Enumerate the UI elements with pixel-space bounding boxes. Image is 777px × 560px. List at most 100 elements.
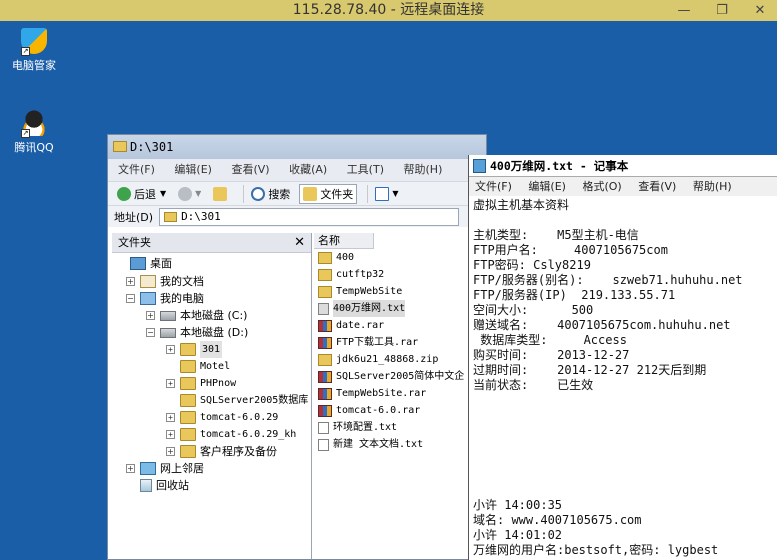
desktop-icon-label: 腾讯QQ [14, 141, 54, 154]
notepad-line: FTP/服务器(别名): szweb71.huhuhu.net [473, 273, 743, 287]
file-list-item[interactable]: 新建 文本文档.txt [314, 436, 486, 453]
menu-file[interactable]: 文件(F) [118, 163, 155, 176]
tree-item[interactable]: + tomcat-6.0.29_kh [166, 426, 296, 443]
tree-item[interactable]: + 本地磁盘 (C:) [146, 307, 247, 324]
file-name: TempWebSite.rar [336, 388, 427, 399]
tree-item[interactable]: + PHPnow [166, 375, 236, 392]
rdp-restore-button[interactable]: ❐ [707, 0, 737, 21]
folder-file-icon [318, 285, 332, 298]
tree-item[interactable]: 回收站 [126, 477, 189, 494]
search-button[interactable]: 搜索 [248, 184, 293, 204]
back-arrow-icon [117, 186, 131, 201]
file-name: TempWebSite [336, 286, 403, 297]
file-list-item[interactable]: SQLServer2005简体中文企 [314, 368, 486, 385]
tree-item[interactable]: − 我的电脑 [126, 290, 204, 307]
tree-item[interactable]: 桌面 [116, 255, 172, 272]
tree-item[interactable]: +301 [166, 341, 223, 358]
file-name: 400万维网.txt [333, 300, 406, 317]
collapse-icon[interactable]: − [146, 328, 155, 337]
folder-icon [180, 445, 196, 458]
dropdown-arrow-icon[interactable]: ▼ [160, 189, 166, 198]
file-list-item[interactable]: TempWebSite.rar [314, 385, 486, 402]
notepad-line: 万维网的用户名:bestsoft,密码: lygbest [473, 543, 719, 557]
file-list-item[interactable]: tomcat-6.0.rar [314, 402, 486, 419]
views-button[interactable]: ▼ [372, 184, 401, 204]
desktop-icon-pc-manager[interactable]: ↗ 电脑管家 [2, 28, 66, 73]
drive-icon [160, 310, 176, 321]
menu-view[interactable]: 查看(V) [231, 163, 269, 176]
expand-icon[interactable]: + [166, 379, 175, 388]
tree-item[interactable]: + 客户程序及备份 [166, 443, 277, 460]
views-icon [375, 186, 390, 201]
expand-icon[interactable]: + [126, 464, 135, 473]
bin-icon [140, 479, 152, 492]
rar-file-icon [318, 387, 332, 400]
file-list-item[interactable]: jdk6u21_48868.zip [314, 351, 486, 368]
file-list-item[interactable]: cutftp32 [314, 266, 486, 283]
file-list-item[interactable]: FTP下载工具.rar [314, 334, 486, 351]
notepad-line [473, 393, 777, 408]
tree-item[interactable]: + tomcat-6.0.29 [166, 409, 278, 426]
up-button[interactable] [210, 184, 233, 204]
expand-icon[interactable]: + [146, 311, 155, 320]
desktop-icon-qq[interactable]: ↗ 腾讯QQ [2, 110, 66, 155]
address-label: 地址(D) [114, 210, 154, 224]
folder-icon [180, 360, 196, 373]
rar-file-icon [318, 370, 332, 383]
expand-icon[interactable]: + [126, 277, 135, 286]
folder-icon [180, 343, 196, 356]
notepad-menu-file[interactable]: 文件(F) [475, 180, 512, 193]
collapse-icon[interactable]: − [126, 294, 135, 303]
file-list-item[interactable]: 400万维网.txt [314, 300, 486, 317]
back-button[interactable]: 后退 ▼ [114, 184, 169, 204]
forward-button[interactable]: ▼ [175, 184, 204, 204]
file-list-item[interactable]: 环境配置.txt [314, 419, 486, 436]
column-header-name[interactable]: 名称 [314, 233, 374, 249]
tree-item[interactable]: + 网上邻居 [126, 460, 204, 477]
expand-icon[interactable]: + [166, 345, 175, 354]
folder-tree-pane: 文件夹 ✕ 桌面 + 我的文档 − 我的电脑 + 本地磁盘 (C:) − 本地磁盘 (D:) +3… [112, 233, 312, 559]
notepad-line [473, 423, 777, 438]
search-icon [251, 186, 266, 201]
expand-icon[interactable]: + [166, 430, 175, 439]
tencent-pc-manager-icon: ↗ [21, 28, 47, 56]
dropdown-arrow-icon[interactable]: ▼ [392, 189, 398, 198]
notepad-text-area[interactable]: 虚拟主机基本资料 主机类型: M5型主机-电信 FTP用户名: 4007105675… [473, 198, 777, 560]
file-list-item[interactable]: date.rar [314, 317, 486, 334]
expand-icon[interactable]: + [166, 413, 175, 422]
file-list-item[interactable]: TempWebSite [314, 283, 486, 300]
tree-item-label: 桌面 [150, 257, 172, 270]
toolbar-separator [243, 184, 245, 203]
rdp-close-button[interactable]: ✕ [745, 0, 775, 21]
tree-item[interactable]: Motel [166, 358, 230, 375]
close-icon[interactable]: ✕ [294, 233, 305, 253]
notepad-menu-bar: 文件(F) 编辑(E) 格式(O) 查看(V) 帮助(H) [469, 177, 777, 196]
dropdown-arrow-icon[interactable]: ▼ [195, 189, 201, 198]
pc-icon [140, 292, 156, 305]
address-input[interactable]: D:\301 [159, 207, 460, 226]
tree-item-label: 本地磁盘 (C:) [180, 309, 248, 322]
menu-help[interactable]: 帮助(H) [404, 163, 443, 176]
notepad-menu-format[interactable]: 格式(O) [582, 180, 621, 193]
menu-favorites[interactable]: 收藏(A) [289, 163, 327, 176]
folders-button[interactable]: 文件夹 [299, 183, 358, 204]
tree-item[interactable]: + 我的文档 [126, 273, 204, 290]
file-list-item[interactable]: 400 [314, 249, 486, 266]
expand-icon[interactable]: + [166, 447, 175, 456]
notepad-menu-view[interactable]: 查看(V) [638, 180, 676, 193]
notepad-menu-help[interactable]: 帮助(H) [693, 180, 732, 193]
tree-item[interactable]: SQLServer2005数据库 [166, 392, 308, 409]
rdp-minimize-button[interactable]: — [669, 0, 699, 21]
notepad-menu-edit[interactable]: 编辑(E) [528, 180, 566, 193]
notepad-icon [473, 158, 486, 173]
desktop-icon-label: 电脑管家 [12, 59, 56, 72]
tree-item[interactable]: − 本地磁盘 (D:) [146, 324, 248, 341]
menu-edit[interactable]: 编辑(E) [174, 163, 212, 176]
tree-item-label: tomcat-6.0.29_kh [200, 429, 297, 440]
notepad-line: FTP/服务器(IP) 219.133.55.71 [473, 288, 676, 302]
tree-item-label: Motel [200, 361, 231, 372]
rdp-title: 115.28.78.40 - 远程桌面连接 [292, 2, 485, 18]
file-list-pane: 名称 400 cutftp32 TempWebSite 400万维网.txt date.… [314, 233, 486, 559]
file-name: SQLServer2005简体中文企 [336, 371, 465, 382]
menu-tools[interactable]: 工具(T) [347, 163, 384, 176]
